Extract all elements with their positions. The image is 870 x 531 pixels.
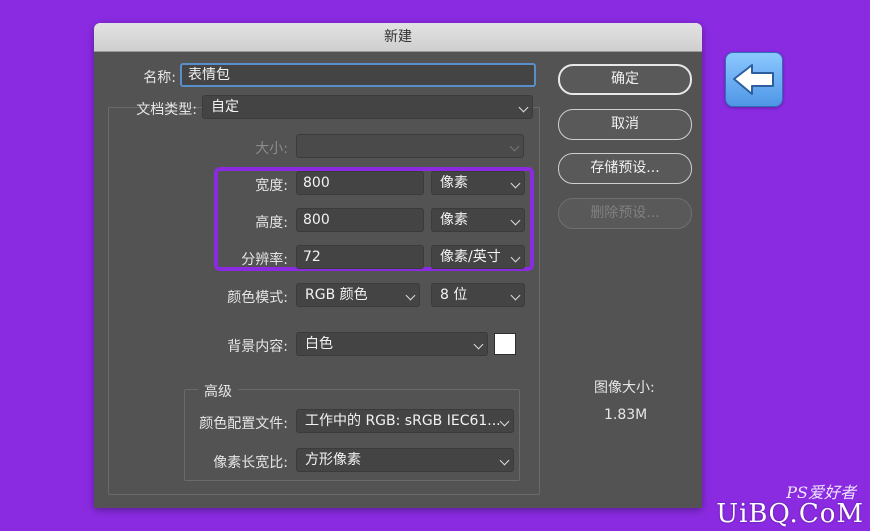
chevron-down-icon: [510, 178, 521, 189]
save-preset-button[interactable]: 存储预设...: [558, 153, 692, 184]
height-unit-value: 像素: [440, 212, 468, 228]
width-unit-select[interactable]: 像素: [431, 171, 525, 195]
chevron-down-icon: [473, 339, 484, 350]
chevron-down-icon: [510, 215, 521, 226]
image-size-label: 图像大小:: [594, 380, 655, 396]
ok-button[interactable]: 确定: [558, 64, 692, 95]
color-profile-label: 颜色配置文件:: [199, 416, 288, 432]
height-unit-select[interactable]: 像素: [431, 208, 525, 232]
advanced-title: 高级: [198, 381, 238, 401]
background-color-swatch[interactable]: [494, 333, 516, 355]
bit-depth-select[interactable]: 8 位: [431, 283, 525, 307]
name-label: 名称:: [143, 70, 176, 86]
height-label: 高度:: [255, 215, 288, 231]
pixel-aspect-label: 像素长宽比:: [213, 455, 288, 471]
bit-depth-value: 8 位: [440, 287, 468, 303]
size-label: 大小:: [255, 141, 288, 157]
dialog-title: 新建: [94, 23, 702, 52]
delete-preset-button[interactable]: 删除预设...: [558, 198, 692, 229]
left-arrow-icon: [733, 64, 774, 95]
background-label: 背景内容:: [227, 339, 288, 355]
doc-type-value: 自定: [211, 99, 239, 115]
size-select[interactable]: [296, 134, 524, 158]
pixel-aspect-select[interactable]: 方形像素: [296, 448, 514, 472]
chevron-down-icon: [518, 102, 529, 113]
color-profile-select[interactable]: 工作中的 RGB: sRGB IEC61...: [296, 409, 514, 433]
name-input[interactable]: 表情包: [180, 63, 536, 87]
back-arrow-button[interactable]: [725, 52, 783, 107]
new-document-dialog: 新建 名称: 表情包 文档类型: 自定 大小: 宽度: 800 像素 高度: 8…: [94, 23, 702, 508]
image-size-value: 1.83M: [604, 407, 648, 423]
doc-type-select[interactable]: 自定: [202, 95, 533, 119]
resolution-unit-select[interactable]: 像素/英寸: [431, 245, 525, 269]
width-label: 宽度:: [255, 178, 288, 194]
background-value: 白色: [305, 336, 333, 352]
watermark-site: UiBQ.CoM: [716, 499, 864, 529]
width-input[interactable]: 800: [296, 171, 424, 195]
pixel-aspect-value: 方形像素: [305, 452, 361, 468]
chevron-down-icon: [510, 252, 521, 263]
chevron-down-icon: [405, 290, 416, 301]
chevron-down-icon: [509, 141, 520, 152]
color-mode-value: RGB 颜色: [305, 287, 368, 303]
color-mode-label: 颜色模式:: [227, 290, 288, 306]
color-mode-select[interactable]: RGB 颜色: [296, 283, 420, 307]
chevron-down-icon: [499, 455, 510, 466]
height-input[interactable]: 800: [296, 208, 424, 232]
chevron-down-icon: [510, 290, 521, 301]
resolution-unit-value: 像素/英寸: [440, 249, 501, 265]
resolution-label: 分辨率:: [241, 252, 288, 268]
resolution-input[interactable]: 72: [296, 245, 424, 269]
width-unit-value: 像素: [440, 175, 468, 191]
chevron-down-icon: [499, 416, 510, 427]
doc-type-label: 文档类型:: [136, 102, 197, 118]
cancel-button[interactable]: 取消: [558, 109, 692, 140]
color-profile-value: 工作中的 RGB: sRGB IEC61...: [305, 413, 501, 429]
background-select[interactable]: 白色: [296, 332, 488, 356]
